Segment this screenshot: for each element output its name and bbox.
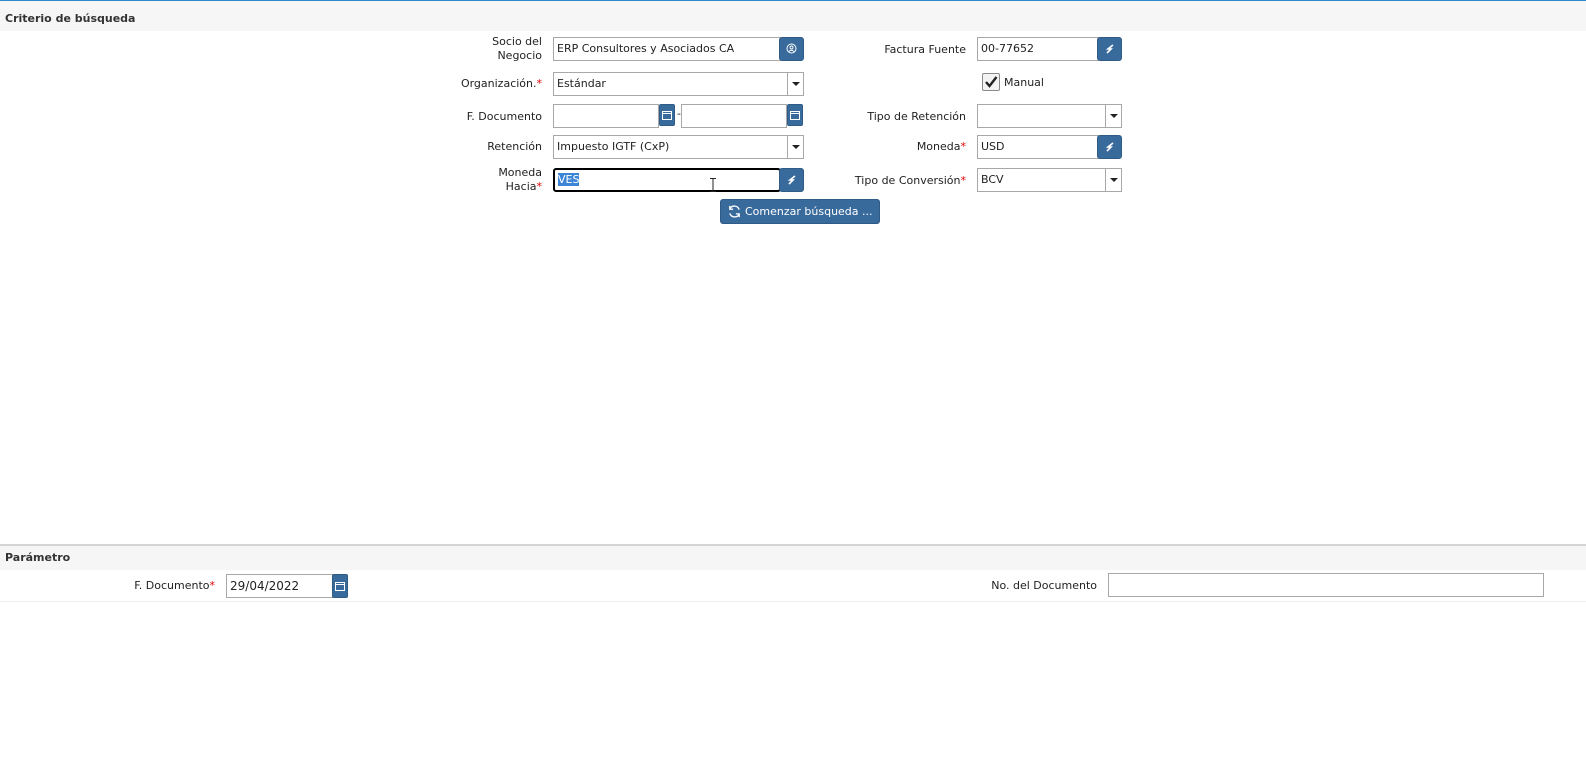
tipo-retencion-select[interactable]: [977, 104, 1122, 128]
tipo-conversion-value: BCV: [981, 173, 1004, 186]
lookup-arrow-icon: [787, 175, 795, 185]
moneda-value: USD: [981, 140, 1005, 153]
factura-fuente-label: Factura Fuente: [884, 43, 966, 56]
moneda-field[interactable]: USD: [977, 135, 1099, 159]
tipo-conversion-select[interactable]: BCV: [977, 168, 1122, 192]
calendar-icon: [662, 111, 672, 120]
f-documento-from-field[interactable]: [553, 104, 659, 128]
moneda-hacia-lookup-button[interactable]: [779, 168, 804, 192]
factura-fuente-value: 00-77652: [981, 42, 1034, 55]
organizacion-value: Estándar: [557, 77, 606, 90]
calendar-icon: [335, 582, 345, 591]
factura-fuente-field[interactable]: 00-77652: [977, 37, 1099, 61]
organizacion-select[interactable]: Estándar: [553, 72, 804, 96]
socio-label: Socio del Negocio: [492, 35, 542, 62]
search-criteria-header[interactable]: Criterio de búsqueda: [0, 1, 1586, 31]
param-f-documento-label: F. Documento*: [134, 579, 215, 592]
text-cursor-icon: [710, 178, 716, 192]
refresh-icon: [729, 205, 740, 218]
dropdown-arrow-icon[interactable]: [787, 73, 803, 95]
moneda-hacia-field[interactable]: VES: [553, 168, 781, 192]
socio-field[interactable]: ERP Consultores y Asociados CA: [553, 37, 781, 61]
dropdown-arrow-icon[interactable]: [1105, 105, 1121, 127]
bp-search-button[interactable]: [779, 37, 804, 61]
bp-search-icon: [786, 43, 797, 54]
lookup-arrow-icon: [1105, 44, 1113, 54]
tipo-retencion-label: Tipo de Retención: [867, 110, 966, 123]
moneda-hacia-value: VES: [558, 173, 580, 186]
calendar-icon: [790, 111, 800, 120]
manual-label: Manual: [1004, 76, 1044, 89]
lookup-arrow-icon: [1105, 142, 1113, 152]
retencion-label: Retención: [487, 140, 542, 153]
no-documento-field[interactable]: [1108, 573, 1544, 597]
moneda-lookup-button[interactable]: [1097, 135, 1122, 159]
dropdown-arrow-icon[interactable]: [1105, 169, 1121, 191]
manual-checkbox[interactable]: [982, 73, 1000, 91]
param-calendar-button[interactable]: [332, 574, 348, 598]
tipo-conversion-label: Tipo de Conversión*: [854, 174, 966, 187]
retencion-value: Impuesto IGTF (CxP): [557, 140, 670, 153]
retencion-select[interactable]: Impuesto IGTF (CxP): [553, 135, 804, 159]
f-documento-to-field[interactable]: [681, 104, 787, 128]
calendar-to-button[interactable]: [787, 104, 803, 126]
search-criteria-title: Criterio de búsqueda: [5, 12, 136, 25]
socio-value: ERP Consultores y Asociados CA: [557, 42, 735, 55]
calendar-from-button[interactable]: [659, 104, 675, 126]
parametro-header[interactable]: Parámetro: [0, 544, 1586, 570]
f-documento-label: F. Documento: [466, 110, 542, 123]
parametro-title: Parámetro: [5, 551, 71, 564]
organizacion-label: Organización.*: [460, 77, 542, 90]
factura-fuente-lookup-button[interactable]: [1097, 37, 1122, 61]
moneda-label: Moneda*: [916, 140, 966, 153]
no-documento-label: No. del Documento: [991, 579, 1097, 592]
start-search-label: Comenzar búsqueda ...: [745, 205, 873, 218]
check-icon: [985, 76, 998, 88]
param-f-documento-value: 29/04/2022: [230, 579, 300, 593]
moneda-hacia-label: Moneda Hacia*: [498, 166, 542, 193]
dropdown-arrow-icon[interactable]: [787, 136, 803, 158]
param-f-documento-field[interactable]: 29/04/2022: [226, 574, 334, 598]
start-search-button[interactable]: Comenzar búsqueda ...: [720, 199, 880, 224]
